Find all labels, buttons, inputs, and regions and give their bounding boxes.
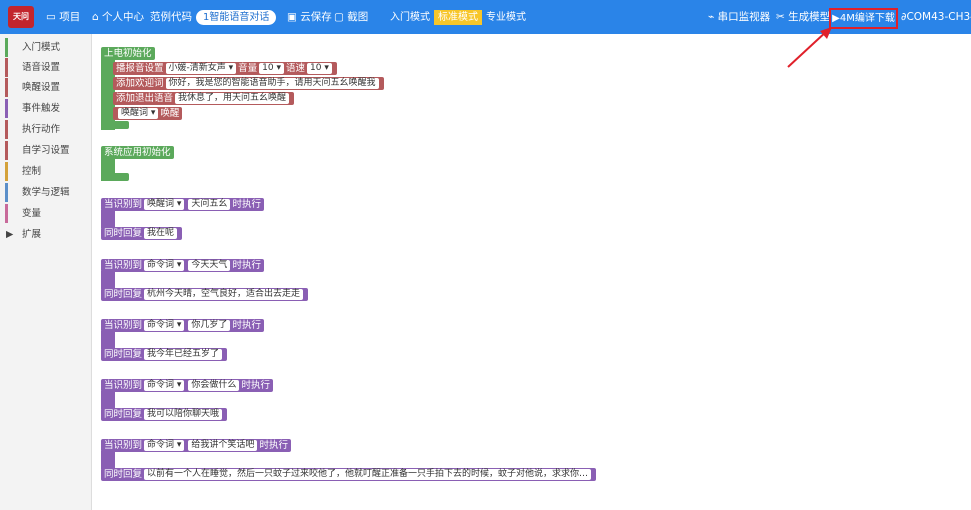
category-beginner[interactable]: 入门模式 (5, 38, 91, 57)
reply-text[interactable]: 我可以陪你聊天哦 (144, 409, 223, 420)
handler-arm (101, 210, 115, 228)
handler-header: 当识别到 命令词 ▾ 给我讲个笑话吧 时执行 (101, 439, 291, 452)
cloud-save-button[interactable]: ▣ 云保存 (287, 0, 332, 34)
welcome-text[interactable]: 你好，我是您的智能语音助手，请用天问五幺唤醒我 (165, 78, 379, 89)
type-select[interactable]: 命令词 ▾ (144, 440, 185, 451)
home-icon: ⌂ (92, 11, 103, 23)
volume-select[interactable]: 10 ▾ (259, 63, 285, 74)
project-menu[interactable]: ▭ 项目 (46, 0, 80, 34)
type-select[interactable]: 命令词 ▾ (144, 320, 185, 331)
category-event-trigger[interactable]: 事件触发 (5, 99, 91, 118)
serial-monitor-button[interactable]: ⌁ 串口监视器 (708, 0, 770, 34)
wake-word-block[interactable]: 唤醒词 ▾ 唤醒 (113, 107, 183, 120)
word-text[interactable]: 你几岁了 (188, 320, 231, 331)
play-settings-block[interactable]: 播报音设置 小媛-清新女声 ▾ 音量 10 ▾ 语速 10 ▾ (113, 62, 337, 75)
handler-header: 当识别到 唤醒词 ▾ 天问五幺 时执行 (101, 198, 264, 211)
category-variables[interactable]: 变量 (5, 204, 91, 223)
reply-text[interactable]: 我今年已经五岁了 (144, 349, 223, 360)
exit-voice-block[interactable]: 添加退出语音 我休息了，用天问五幺唤醒 (113, 92, 295, 105)
handler-reply: 同时回复 我在呢 (101, 227, 183, 240)
image-icon: ▢ (334, 11, 348, 23)
project-title[interactable]: 1智能语音对话 (196, 10, 277, 25)
wake-word-select[interactable]: 唤醒词 ▾ (118, 108, 159, 119)
category-math-logic[interactable]: 数学与逻辑 (5, 183, 91, 202)
app-logo[interactable]: 天问 (8, 6, 34, 28)
speed-select[interactable]: 10 ▾ (307, 63, 332, 74)
system-init-footer (101, 173, 129, 181)
welcome-block[interactable]: 添加欢迎词 你好，我是您的智能语音助手，请用天问五幺唤醒我 (113, 77, 384, 90)
reply-text[interactable]: 以前有一个人在睡觉，然后一只蚊子过来咬他了，他就叮醒正准备一只手拍下去的时候，蚊… (144, 469, 592, 480)
word-text[interactable]: 给我讲个笑话吧 (188, 440, 258, 451)
type-select[interactable]: 命令词 ▾ (144, 260, 185, 271)
examples-button[interactable]: 范例代码 (150, 0, 192, 34)
chart-icon: ⌁ (708, 11, 718, 23)
voice-select[interactable]: 小媛-清新女声 ▾ (165, 63, 237, 74)
screenshot-button[interactable]: ▢ 截图 (334, 0, 368, 34)
mode-standard-tab[interactable]: 标准模式 (434, 10, 482, 25)
category-self-learning[interactable]: 自学习设置 (5, 141, 91, 160)
category-control[interactable]: 控制 (5, 162, 91, 181)
type-select[interactable]: 命令词 ▾ (144, 380, 185, 391)
port-selector[interactable]: ∂COM43-CH340K (901, 0, 971, 34)
block-category-sidebar: 入门模式 语音设置 唤醒设置 事件触发 执行动作 自学习设置 控制 数学与逻辑 … (0, 34, 92, 510)
handler-reply: 同时回复 杭州今天晴，空气良好，适合出去走走 (101, 288, 309, 301)
tool-icon: ✂ (776, 11, 789, 23)
handler-reply: 同时回复 我可以陪你聊天哦 (101, 408, 228, 421)
mode-beginner-tab[interactable]: 入门模式 (386, 10, 434, 25)
type-select[interactable]: 唤醒词 ▾ (144, 199, 185, 210)
exit-text[interactable]: 我休息了，用天问五幺唤醒 (175, 93, 290, 104)
handler-arm (101, 391, 115, 409)
handler-header: 当识别到 命令词 ▾ 今天天气 时执行 (101, 259, 264, 272)
category-voice-settings[interactable]: 语音设置 (5, 58, 91, 77)
handler-header: 当识别到 命令词 ▾ 你会做什么 时执行 (101, 379, 273, 392)
init-block-footer (101, 121, 129, 129)
play-icon: ▶ (832, 13, 840, 24)
reply-text[interactable]: 杭州今天晴，空气良好，适合出去走走 (144, 289, 304, 300)
word-text[interactable]: 你会做什么 (188, 380, 240, 391)
cloud-icon: ▣ (287, 11, 301, 23)
handler-reply: 同时回复 我今年已经五岁了 (101, 348, 228, 361)
handler-arm (101, 331, 115, 349)
reply-text[interactable]: 我在呢 (144, 228, 178, 239)
handler-reply: 同时回复 以前有一个人在睡觉，然后一只蚊子过来咬他了，他就叮醒正准备一只手拍下去的… (101, 468, 597, 481)
word-text[interactable]: 天问五幺 (188, 199, 231, 210)
handler-arm (101, 451, 115, 469)
handler-header: 当识别到 命令词 ▾ 你几岁了 时执行 (101, 319, 264, 332)
category-wake-settings[interactable]: 唤醒设置 (5, 78, 91, 97)
mode-pro-tab[interactable]: 专业模式 (482, 10, 530, 25)
folder-icon: ▭ (46, 11, 60, 23)
category-extensions[interactable]: ▶ 扩展 (5, 225, 91, 244)
annotation-arrow (787, 27, 832, 68)
personal-center-button[interactable]: ⌂ 个人中心 (92, 0, 144, 34)
category-actions[interactable]: 执行动作 (5, 120, 91, 139)
word-text[interactable]: 今天天气 (188, 260, 231, 271)
expand-arrow-icon: ▶ (6, 229, 14, 240)
handler-arm (101, 271, 115, 289)
